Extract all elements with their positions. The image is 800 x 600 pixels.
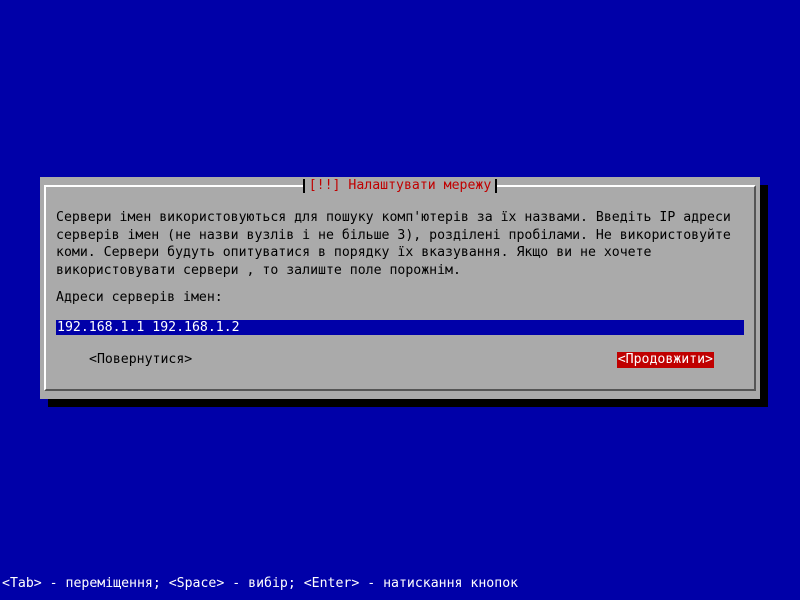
dialog-description: Сервери імен використовуються для пошуку…	[56, 210, 731, 278]
back-button[interactable]: <Повернутися>	[88, 352, 193, 368]
continue-button[interactable]: <Продовжити>	[616, 352, 714, 368]
network-config-dialog: [!!] Налаштувати мережу Сервери імен вик…	[40, 177, 760, 399]
nameserver-prompt-label: Адреси серверів імен:	[56, 290, 223, 305]
nameserver-input[interactable]	[56, 320, 744, 335]
keyboard-help-status-bar: <Tab> - переміщення; <Space> - вибір; <E…	[2, 576, 519, 591]
